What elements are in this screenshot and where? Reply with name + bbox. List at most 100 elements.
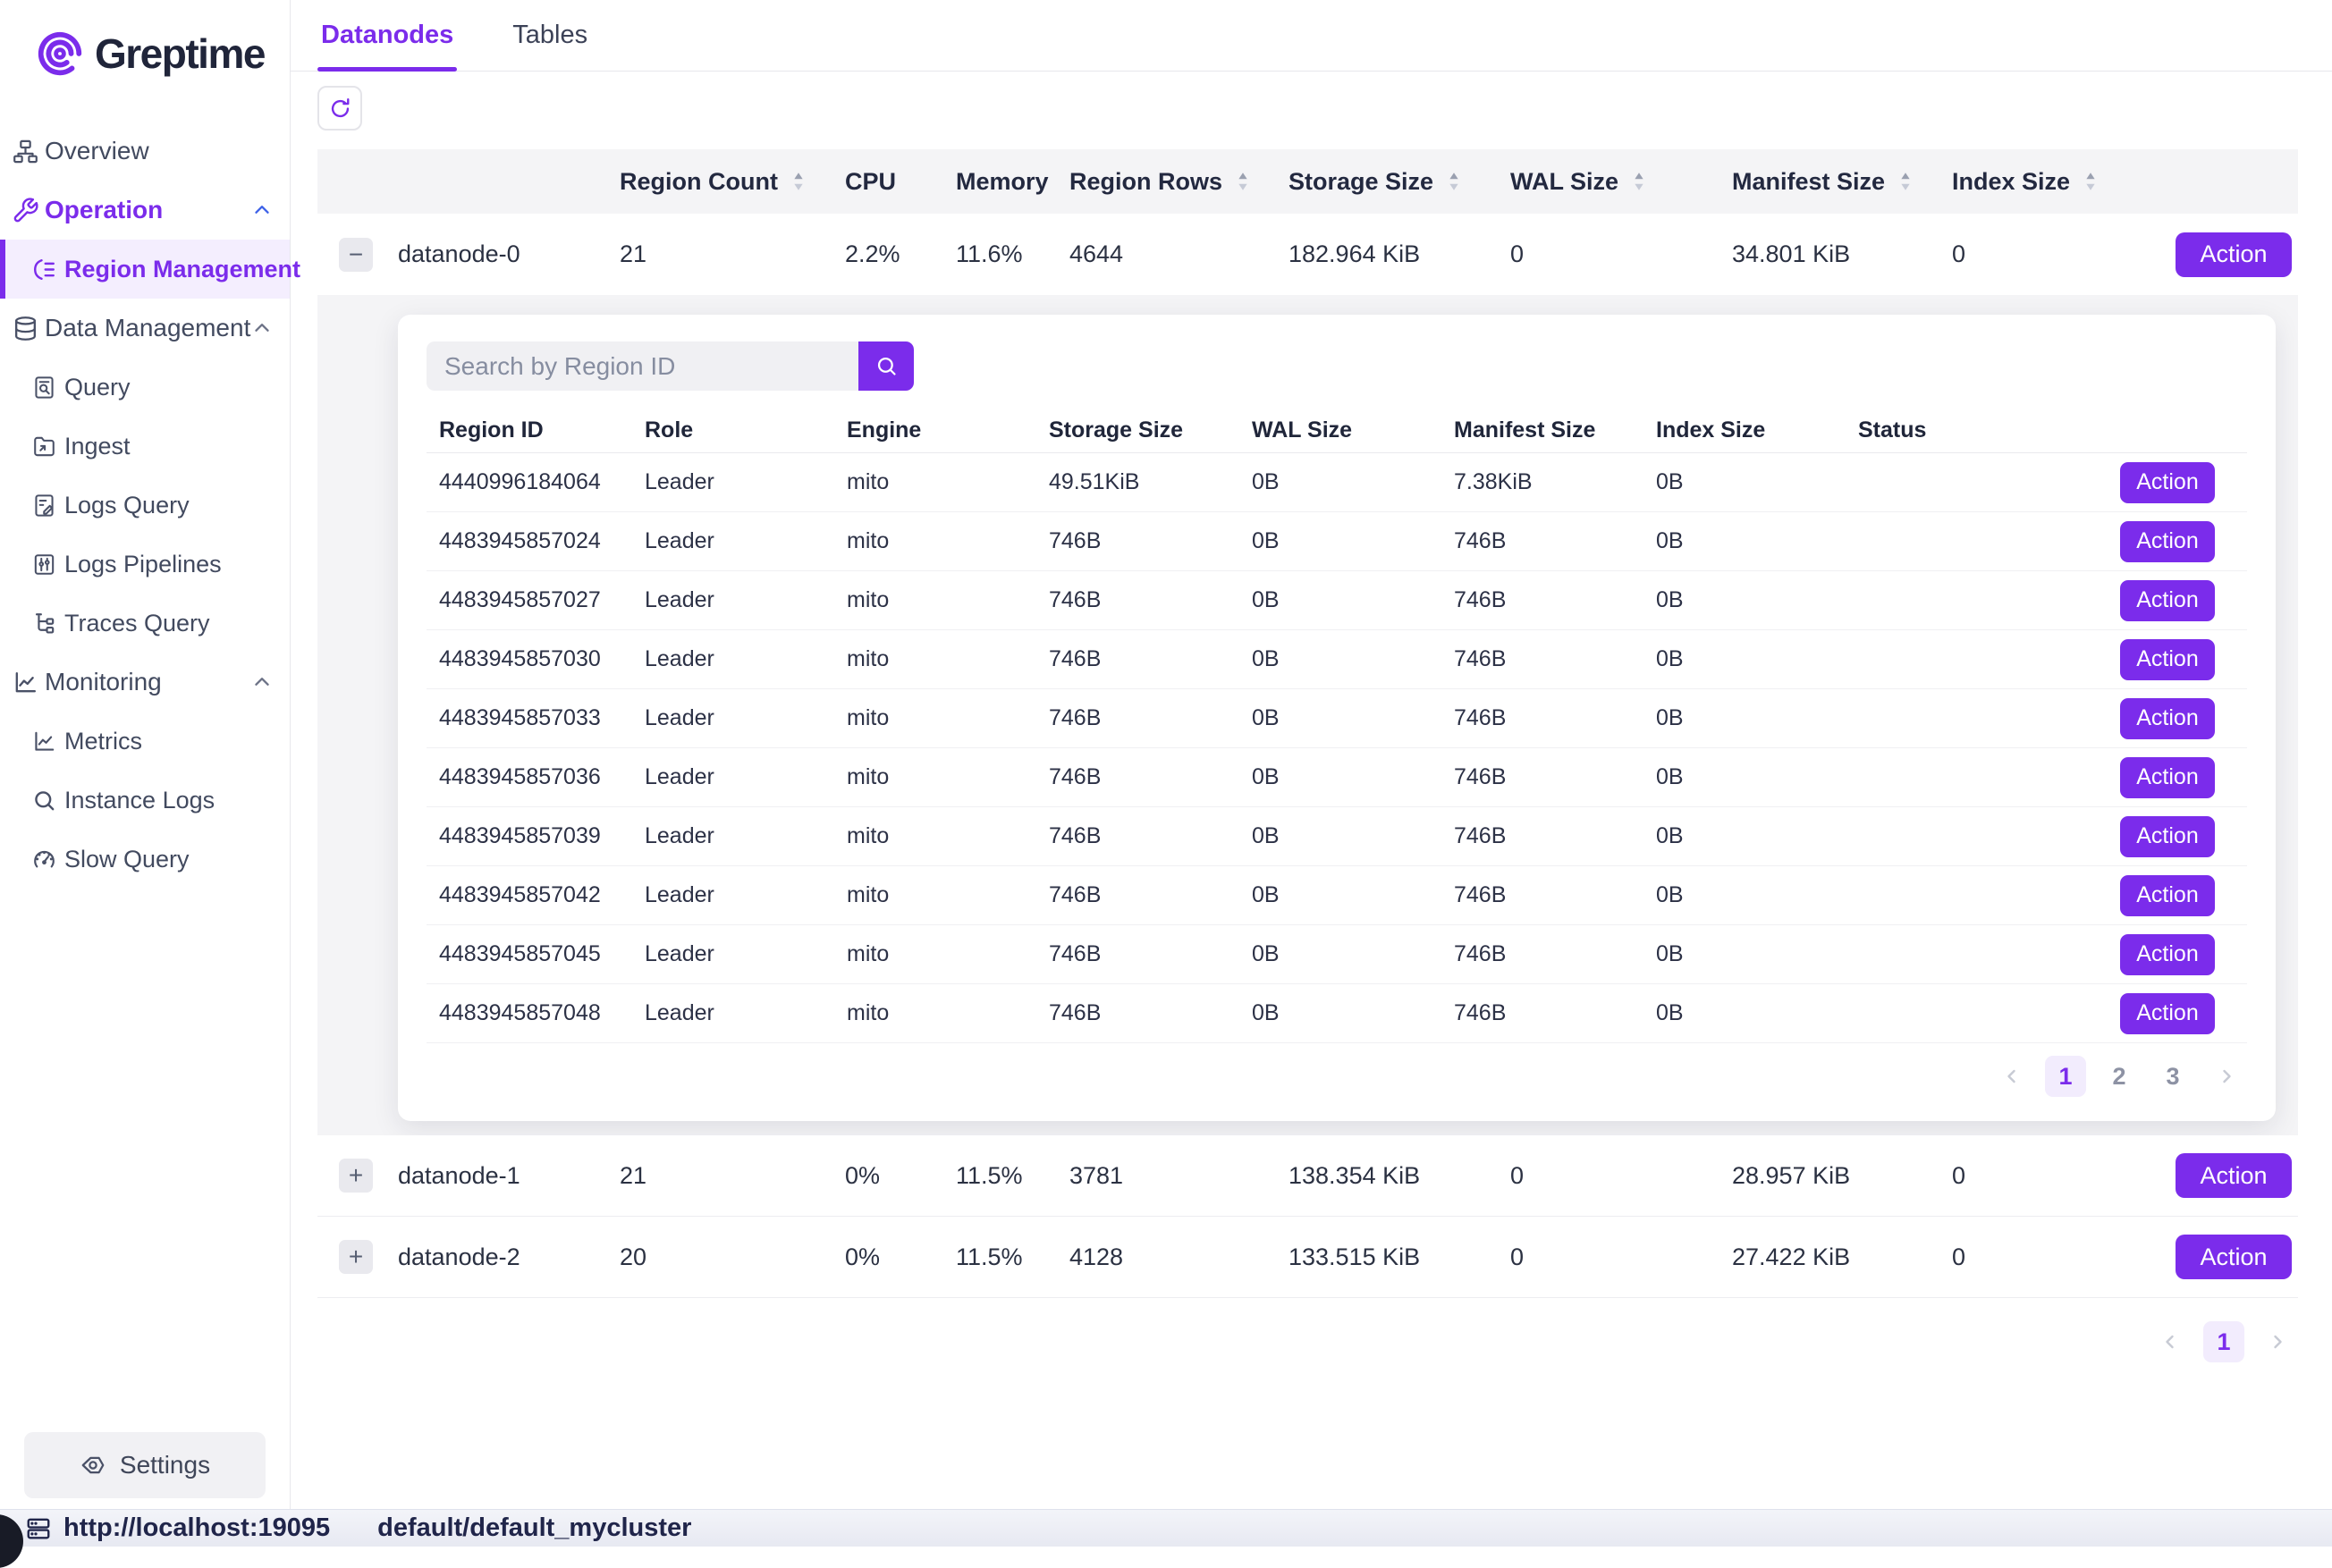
region-action-button[interactable]: Action bbox=[2120, 875, 2215, 916]
table-row-datanode-1: + datanode-1 21 0% 11.5% 3781 138.354 Ki… bbox=[317, 1135, 2298, 1217]
region-id: 4483945857030 bbox=[427, 646, 632, 672]
region-action-button[interactable]: Action bbox=[2120, 816, 2215, 857]
status-bar: http://localhost:19095 default/default_m… bbox=[0, 1509, 2332, 1547]
region-table-row: 4483945857027 Leader mito 746B 0B 746B 0… bbox=[427, 571, 2247, 630]
sidebar-group-data-management[interactable]: Data Management bbox=[0, 299, 290, 358]
sidebar-item-logs-pipelines[interactable]: Logs Pipelines bbox=[0, 535, 290, 594]
tab-datanodes[interactable]: Datanodes bbox=[317, 0, 457, 71]
sort-icon[interactable] bbox=[1629, 170, 1649, 193]
action-button[interactable]: Action bbox=[2176, 232, 2292, 277]
search-icon bbox=[874, 354, 899, 378]
sitemap-icon bbox=[12, 138, 39, 165]
document-search-icon bbox=[31, 375, 57, 400]
settings-button[interactable]: Settings bbox=[24, 1432, 266, 1498]
region-action-button[interactable]: Action bbox=[2120, 639, 2215, 680]
datanode-name: datanode-0 bbox=[398, 240, 620, 268]
sidebar-item-traces-query[interactable]: Traces Query bbox=[0, 594, 290, 653]
region-search-input[interactable] bbox=[427, 341, 858, 391]
table-row-datanode-0: − datanode-0 21 2.2% 11.6% 4644 182.964 … bbox=[317, 214, 2298, 295]
region-action-button[interactable]: Action bbox=[2120, 580, 2215, 621]
settings-label: Settings bbox=[120, 1451, 210, 1479]
page-1[interactable]: 1 bbox=[2203, 1321, 2244, 1362]
sidebar-item-metrics[interactable]: Metrics bbox=[0, 712, 290, 771]
gear-icon bbox=[80, 1452, 106, 1479]
prev-page-icon[interactable] bbox=[2150, 1321, 2191, 1362]
region-action-button[interactable]: Action bbox=[2120, 934, 2215, 975]
sort-icon[interactable] bbox=[1444, 170, 1464, 193]
page-2[interactable]: 2 bbox=[2099, 1056, 2140, 1097]
datanodes-pagination: 1 bbox=[317, 1321, 2298, 1362]
tab-bar: Datanodes Tables bbox=[291, 0, 2332, 72]
datanodes-table: Region Count CPU Memory Region Rows Stor… bbox=[317, 149, 2298, 1298]
region-action-button[interactable]: Action bbox=[2120, 698, 2215, 739]
region-action-button[interactable]: Action bbox=[2120, 757, 2215, 798]
wrench-icon bbox=[12, 197, 39, 224]
status-cluster[interactable]: default/default_mycluster bbox=[377, 1513, 691, 1543]
refresh-icon bbox=[328, 97, 352, 121]
sort-icon[interactable] bbox=[1233, 170, 1253, 193]
region-table-body: 4440996184064 Leader mito 49.51KiB 0B 7.… bbox=[427, 453, 2247, 1043]
sidebar-item-query[interactable]: Query bbox=[0, 358, 290, 417]
chart-icon bbox=[12, 669, 39, 696]
region-id: 4483945857024 bbox=[427, 528, 632, 554]
region-table-row: 4483945857030 Leader mito 746B 0B 746B 0… bbox=[427, 630, 2247, 689]
database-icon bbox=[12, 315, 39, 342]
region-detail-panel: Region ID Role Engine Storage Size WAL S… bbox=[317, 295, 2298, 1135]
page-3[interactable]: 3 bbox=[2152, 1056, 2193, 1097]
region-id: 4483945857033 bbox=[427, 705, 632, 731]
region-table-row: 4440996184064 Leader mito 49.51KiB 0B 7.… bbox=[427, 453, 2247, 512]
region-table-row: 4483945857048 Leader mito 746B 0B 746B 0… bbox=[427, 984, 2247, 1043]
chevron-up-icon[interactable] bbox=[250, 198, 274, 222]
sidebar: Greptime Overview Operation Region Manag… bbox=[0, 0, 291, 1509]
sidebar-item-instance-logs[interactable]: Instance Logs bbox=[0, 771, 290, 830]
region-table-row: 4483945857039 Leader mito 746B 0B 746B 0… bbox=[427, 807, 2247, 866]
region-table-row: 4483945857024 Leader mito 746B 0B 746B 0… bbox=[427, 512, 2247, 571]
next-page-icon[interactable] bbox=[2206, 1056, 2247, 1097]
region-table-row: 4483945857042 Leader mito 746B 0B 746B 0… bbox=[427, 866, 2247, 925]
expand-row-button[interactable]: + bbox=[339, 1240, 373, 1274]
region-detail-card: Region ID Role Engine Storage Size WAL S… bbox=[398, 315, 2276, 1121]
tab-tables[interactable]: Tables bbox=[509, 0, 591, 71]
region-id: 4440996184064 bbox=[427, 469, 632, 495]
sidebar-group-monitoring[interactable]: Monitoring bbox=[0, 653, 290, 712]
sort-icon[interactable] bbox=[2081, 170, 2100, 193]
datanode-name: datanode-2 bbox=[398, 1243, 620, 1271]
prev-page-icon[interactable] bbox=[1991, 1056, 2032, 1097]
status-url[interactable]: http://localhost:19095 bbox=[63, 1513, 330, 1543]
region-table-row: 4483945857045 Leader mito 746B 0B 746B 0… bbox=[427, 925, 2247, 984]
region-search bbox=[427, 341, 2247, 391]
sort-icon[interactable] bbox=[789, 170, 808, 193]
sidebar-item-slow-query[interactable]: Slow Query bbox=[0, 830, 290, 889]
next-page-icon[interactable] bbox=[2257, 1321, 2298, 1362]
chevron-up-icon[interactable] bbox=[250, 316, 274, 340]
datanodes-content: Region Count CPU Memory Region Rows Stor… bbox=[291, 72, 2332, 1362]
region-id: 4483945857039 bbox=[427, 823, 632, 849]
sidebar-item-ingest[interactable]: Ingest bbox=[0, 417, 290, 476]
sidebar-item-logs-query[interactable]: Logs Query bbox=[0, 476, 290, 535]
chevron-up-icon[interactable] bbox=[250, 670, 274, 694]
region-pagination: 1 2 3 bbox=[427, 1043, 2247, 1097]
region-management-icon bbox=[31, 257, 57, 282]
sort-icon[interactable] bbox=[1896, 170, 1915, 193]
region-action-button[interactable]: Action bbox=[2120, 993, 2215, 1034]
region-search-button[interactable] bbox=[858, 341, 914, 391]
collapse-row-button[interactable]: − bbox=[339, 238, 373, 272]
refresh-button[interactable] bbox=[317, 86, 362, 131]
sidebar-item-overview[interactable]: Overview bbox=[0, 122, 290, 181]
sidebar-group-operation[interactable]: Operation bbox=[0, 181, 290, 240]
search-icon bbox=[31, 788, 57, 814]
brand-name: Greptime bbox=[95, 30, 265, 78]
region-action-button[interactable]: Action bbox=[2120, 521, 2215, 562]
sidebar-item-region-management[interactable]: Region Management bbox=[0, 240, 290, 299]
region-id: 4483945857036 bbox=[427, 764, 632, 790]
tree-icon bbox=[31, 611, 57, 636]
region-action-button[interactable]: Action bbox=[2120, 462, 2215, 503]
expand-row-button[interactable]: + bbox=[339, 1159, 373, 1193]
server-icon bbox=[25, 1515, 52, 1542]
page-1[interactable]: 1 bbox=[2045, 1056, 2086, 1097]
chart-icon bbox=[31, 729, 57, 754]
action-button[interactable]: Action bbox=[2176, 1153, 2292, 1198]
app-root: Greptime Overview Operation Region Manag… bbox=[0, 0, 2332, 1509]
region-table-row: 4483945857036 Leader mito 746B 0B 746B 0… bbox=[427, 748, 2247, 807]
action-button[interactable]: Action bbox=[2176, 1235, 2292, 1279]
